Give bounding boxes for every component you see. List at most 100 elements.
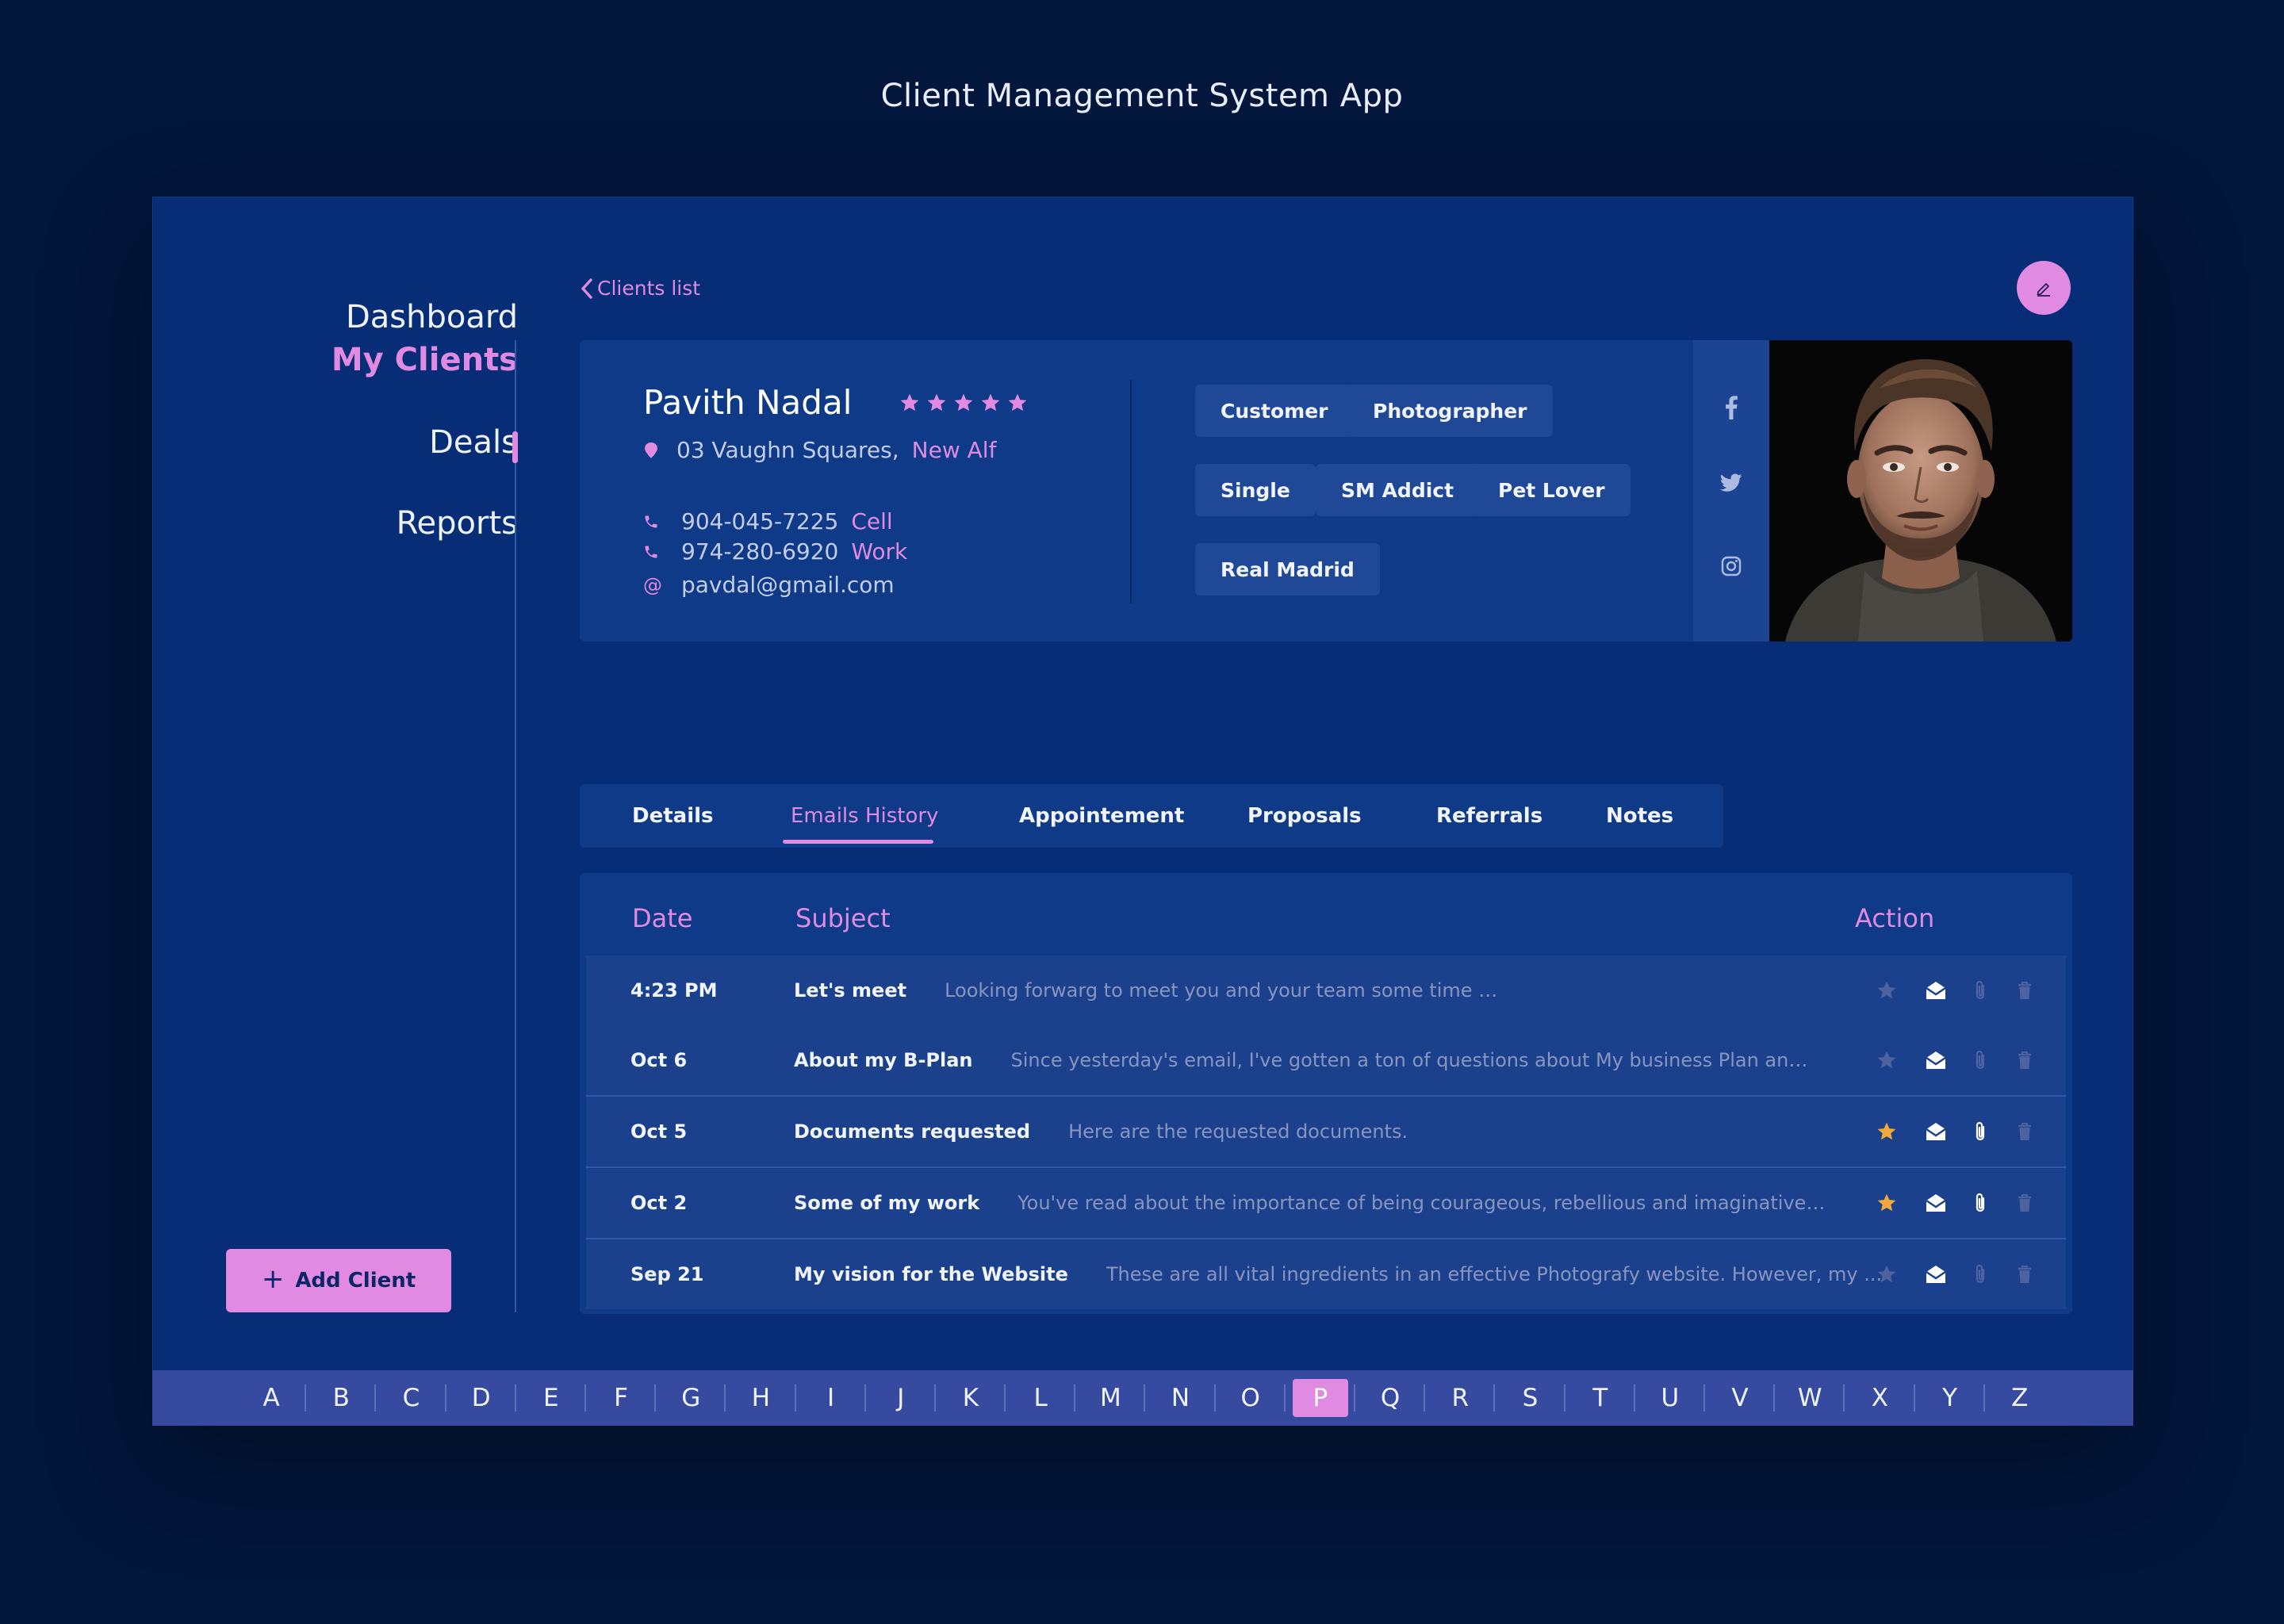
phone-number[interactable]: 974-280-6920	[681, 538, 838, 565]
letter-t[interactable]: T	[1565, 1370, 1635, 1426]
tab-details[interactable]: Details	[632, 784, 714, 848]
tag-single[interactable]: Single	[1195, 464, 1316, 516]
letter-k[interactable]: K	[936, 1370, 1006, 1426]
column-header-date[interactable]: Date	[632, 903, 692, 933]
sidebar-item-dashboard[interactable]: Dashboard	[346, 299, 518, 335]
letter-label: K	[962, 1384, 979, 1412]
delete-email-button[interactable]	[2002, 1181, 2047, 1225]
letter-label: M	[1099, 1384, 1121, 1412]
letter-label: E	[543, 1384, 559, 1412]
tag-real-madrid[interactable]: Real Madrid	[1195, 543, 1380, 596]
at-icon: @	[643, 573, 662, 596]
clients-list-label: Clients list	[597, 277, 701, 300]
letter-o[interactable]: O	[1216, 1370, 1286, 1426]
tab-appointement[interactable]: Appointement	[1019, 784, 1184, 848]
open-email-button[interactable]	[1914, 1252, 1958, 1297]
email-row[interactable]: Sep 21 My vision for the Website These are…	[586, 1239, 2066, 1309]
letter-h[interactable]: H	[726, 1370, 796, 1426]
letter-label: P	[1292, 1379, 1348, 1417]
add-client-button[interactable]: + Add Client	[226, 1249, 451, 1312]
letter-l[interactable]: L	[1006, 1370, 1076, 1426]
letter-j[interactable]: J	[866, 1370, 936, 1426]
delete-email-button[interactable]	[2002, 1038, 2047, 1082]
tab-emails-history[interactable]: Emails History	[791, 784, 938, 848]
attachment-button[interactable]	[1958, 1252, 2002, 1297]
app-window: Dashboard My Clients Deals Reports + Add…	[152, 197, 2133, 1426]
email-address[interactable]: pavdal@gmail.com	[681, 572, 895, 598]
star-toggle[interactable]	[1864, 1038, 1909, 1082]
letter-label: D	[471, 1384, 491, 1412]
tag-sm-addict[interactable]: SM Addict	[1316, 464, 1480, 516]
letter-label: B	[332, 1384, 350, 1412]
email-row[interactable]: Oct 2 Some of my work You've read about th…	[586, 1168, 2066, 1238]
open-email-button[interactable]	[1914, 968, 1958, 1013]
envelope-open-icon	[1926, 982, 1946, 999]
open-email-button[interactable]	[1914, 1038, 1958, 1082]
letter-s[interactable]: S	[1495, 1370, 1565, 1426]
letter-g[interactable]: G	[656, 1370, 726, 1426]
open-email-button[interactable]	[1914, 1181, 1958, 1225]
delete-email-button[interactable]	[2002, 968, 2047, 1013]
tag-pet-lover[interactable]: Pet Lover	[1473, 464, 1631, 516]
email-row[interactable]: Oct 5 Documents requested Here are the req…	[586, 1097, 2066, 1166]
star-toggle[interactable]	[1864, 1109, 1909, 1154]
letter-m[interactable]: M	[1075, 1370, 1146, 1426]
sidebar-item-my-clients[interactable]: My Clients	[331, 342, 518, 378]
letter-a[interactable]: A	[236, 1370, 307, 1426]
star-toggle[interactable]	[1864, 1181, 1909, 1225]
email-row[interactable]: 4:23 PM Let's meet Looking forwarg to meet…	[586, 956, 2066, 1025]
letter-e[interactable]: E	[516, 1370, 586, 1426]
active-tab-indicator	[783, 840, 933, 844]
instagram-link[interactable]	[1693, 556, 1769, 576]
sidebar-item-reports[interactable]: Reports	[397, 505, 518, 542]
attachment-button[interactable]	[1958, 1181, 2002, 1225]
phone-work: 974-280-6920 Work	[643, 538, 907, 565]
letter-r[interactable]: R	[1425, 1370, 1496, 1426]
letter-u[interactable]: U	[1635, 1370, 1705, 1426]
tab-proposals[interactable]: Proposals	[1247, 784, 1362, 848]
letter-label: C	[402, 1384, 420, 1412]
edit-button[interactable]	[2017, 261, 2071, 315]
column-header-subject[interactable]: Subject	[795, 903, 891, 933]
phone-icon	[645, 546, 657, 557]
phone-number[interactable]: 904-045-7225	[681, 508, 838, 534]
letter-f[interactable]: F	[586, 1370, 657, 1426]
alphabet-filter: A B C D E F G H I J K L M N O P Q R S T U V W X Y Z	[152, 1370, 2133, 1426]
letter-x[interactable]: X	[1845, 1370, 1915, 1426]
letter-b[interactable]: B	[306, 1370, 377, 1426]
letter-d[interactable]: D	[446, 1370, 516, 1426]
star-toggle[interactable]	[1864, 968, 1909, 1013]
open-email-button[interactable]	[1914, 1109, 1958, 1154]
star-icon	[955, 393, 973, 411]
delete-email-button[interactable]	[2002, 1109, 2047, 1154]
attachment-button[interactable]	[1958, 1038, 2002, 1082]
tab-notes[interactable]: Notes	[1606, 784, 1673, 848]
star-icon	[1877, 1122, 1896, 1140]
chevron-left-icon	[581, 278, 592, 299]
clients-list-link[interactable]: Clients list	[580, 277, 700, 300]
tag-customer[interactable]: Customer	[1195, 385, 1354, 437]
facebook-link[interactable]	[1693, 396, 1769, 419]
letter-z[interactable]: Z	[1985, 1370, 2055, 1426]
tab-referrals[interactable]: Referrals	[1436, 784, 1542, 848]
email-preview: Looking forwarg to meet you and your tea…	[945, 979, 1500, 1002]
star-icon	[901, 393, 919, 411]
letter-v[interactable]: V	[1705, 1370, 1776, 1426]
letter-p[interactable]: P	[1286, 1370, 1355, 1426]
letter-n[interactable]: N	[1145, 1370, 1216, 1426]
attachment-button[interactable]	[1958, 1109, 2002, 1154]
email-row[interactable]: Oct 6 About my B-Plan Since yesterday's em…	[586, 1025, 2066, 1095]
client-avatar-portrait	[1769, 340, 2072, 642]
twitter-link[interactable]	[1693, 473, 1769, 492]
letter-w[interactable]: W	[1775, 1370, 1845, 1426]
letter-i[interactable]: I	[796, 1370, 866, 1426]
attachment-button[interactable]	[1958, 968, 2002, 1013]
delete-email-button[interactable]	[2002, 1252, 2047, 1297]
star-toggle[interactable]	[1864, 1252, 1909, 1297]
letter-q[interactable]: Q	[1355, 1370, 1426, 1426]
letter-c[interactable]: C	[376, 1370, 446, 1426]
sidebar-item-deals[interactable]: Deals	[429, 424, 518, 461]
letter-y[interactable]: Y	[1915, 1370, 1985, 1426]
paperclip-icon	[1976, 1193, 1985, 1212]
tag-photographer[interactable]: Photographer	[1347, 385, 1553, 437]
